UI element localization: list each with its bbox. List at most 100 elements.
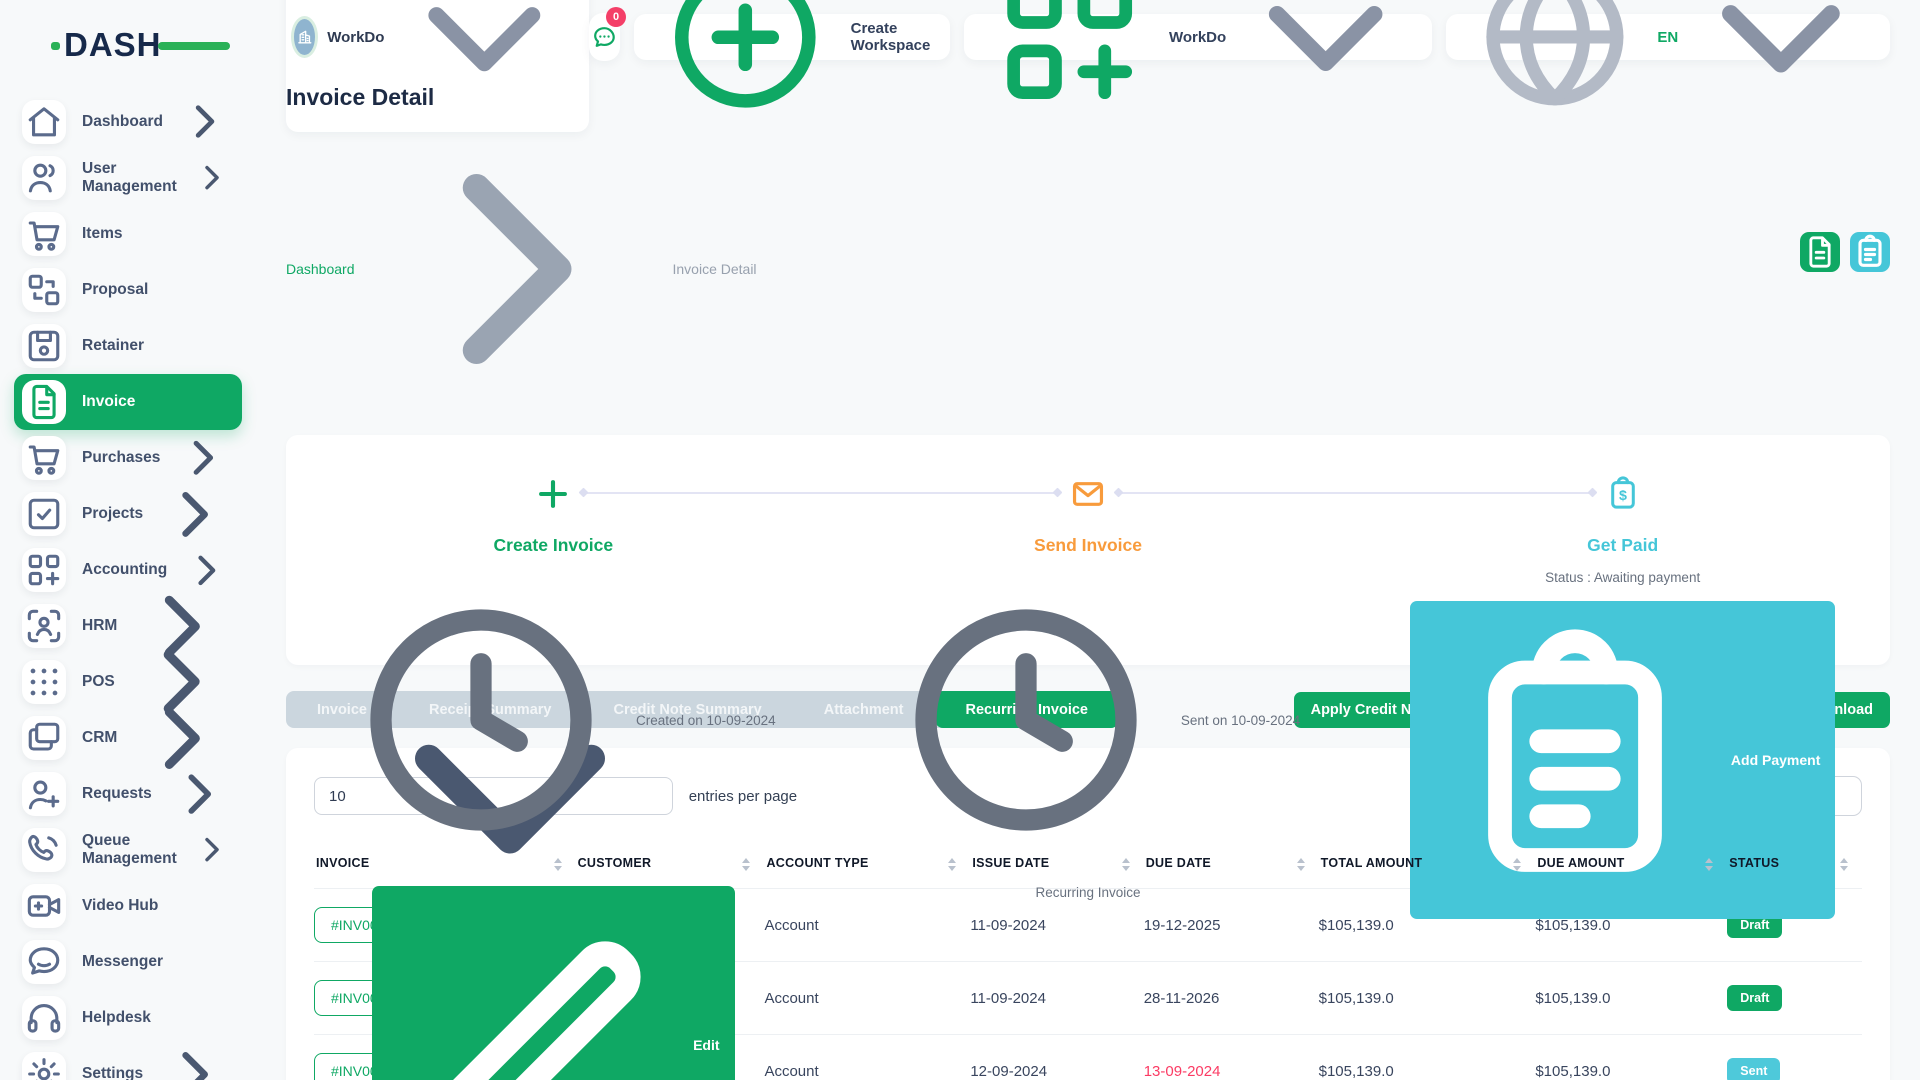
sidebar-item[interactable]: Requests bbox=[14, 766, 242, 822]
plus-icon bbox=[534, 475, 572, 513]
step-connector bbox=[1118, 492, 1593, 494]
table-header-cell[interactable]: CUSTOMER bbox=[576, 846, 765, 888]
account-menu[interactable]: WorkDo bbox=[964, 14, 1432, 60]
sort-icon bbox=[1513, 858, 1521, 871]
create-workspace-button[interactable]: Create Workspace bbox=[634, 14, 950, 60]
page-header-buttons bbox=[1800, 232, 1890, 272]
svg-text:$: $ bbox=[1619, 488, 1627, 504]
sidebar-item-label: HRM bbox=[82, 617, 117, 635]
copy-icon bbox=[22, 716, 66, 760]
chevron-down-icon bbox=[1688, 0, 1874, 130]
sidebar-item[interactable]: Queue Management bbox=[14, 822, 242, 878]
sort-icon bbox=[948, 858, 956, 871]
table-header-cell[interactable]: STATUS bbox=[1727, 846, 1862, 888]
sort-icon bbox=[1297, 858, 1305, 871]
sidebar-item-label: Dashboard bbox=[82, 113, 163, 131]
language-selector[interactable]: EN bbox=[1446, 14, 1890, 60]
step-button-label: Add Payment bbox=[1731, 752, 1820, 768]
chevron-right-icon bbox=[179, 96, 230, 147]
topbar-right: 0 Create Workspace WorkDo EN bbox=[589, 13, 1890, 61]
breadcrumb-link[interactable]: Dashboard bbox=[286, 261, 355, 277]
sidebar-item[interactable]: Projects bbox=[14, 486, 242, 542]
sidebar-item[interactable]: Items bbox=[14, 206, 242, 262]
chevron-down-icon bbox=[1236, 0, 1415, 127]
sidebar-item[interactable]: User Management bbox=[14, 150, 242, 206]
page-title: Invoice Detail bbox=[286, 84, 757, 111]
step-action-button[interactable]: Edit bbox=[372, 886, 734, 1080]
sidebar-item-label: Helpdesk bbox=[82, 1009, 151, 1027]
sidebar-item[interactable]: Messenger bbox=[14, 934, 242, 990]
table-header-cell[interactable]: TOTAL AMOUNT bbox=[1319, 846, 1536, 888]
chevron-right-icon bbox=[193, 831, 230, 868]
progress-step: Send Invoice Sent on 10-09-2024 Recurrin… bbox=[821, 435, 1356, 1080]
home-icon bbox=[22, 100, 66, 144]
table-header-cell[interactable]: DUE AMOUNT bbox=[1535, 846, 1727, 888]
user-scan-icon bbox=[22, 604, 66, 648]
step-meta-text: Status : Awaiting payment bbox=[1545, 570, 1700, 585]
sort-icon bbox=[1122, 858, 1130, 871]
grid-dots-icon bbox=[22, 660, 66, 704]
save-icon bbox=[22, 324, 66, 368]
chevron-right-icon bbox=[364, 119, 664, 419]
table-header-cell[interactable]: ACCOUNT TYPE bbox=[764, 846, 970, 888]
column-label: INVOICE bbox=[316, 856, 370, 870]
sidebar-item[interactable]: Proposal bbox=[14, 262, 242, 318]
breadcrumb: Dashboard Invoice Detail bbox=[286, 119, 757, 419]
sidebar-item-label: Projects bbox=[82, 505, 143, 523]
chevron-right-icon bbox=[176, 431, 230, 485]
clock-icon bbox=[876, 570, 1176, 870]
table-header-cell[interactable]: DUE DATE bbox=[1144, 846, 1319, 888]
sort-asc-icon bbox=[948, 858, 956, 863]
sort-desc-icon bbox=[948, 866, 956, 871]
sort-asc-icon bbox=[1297, 858, 1305, 863]
chevron-right-icon bbox=[168, 763, 230, 825]
users-icon bbox=[22, 156, 66, 200]
headset-icon bbox=[22, 996, 66, 1040]
sort-icon bbox=[554, 858, 562, 871]
sidebar-item-label: Items bbox=[82, 225, 123, 243]
sidebar-item[interactable]: Video Hub bbox=[14, 878, 242, 934]
sidebar-item-label: Purchases bbox=[82, 449, 160, 467]
sidebar-item-label: POS bbox=[82, 673, 115, 691]
page-header: Invoice Detail Dashboard Invoice Detail bbox=[286, 84, 1890, 419]
column-label: ACCOUNT TYPE bbox=[766, 856, 868, 870]
brand-logo: DASH bbox=[64, 26, 194, 66]
sidebar-item-label: Settings bbox=[82, 1065, 143, 1080]
phone-call-icon bbox=[22, 828, 66, 872]
column-label: DUE DATE bbox=[1146, 856, 1211, 870]
grid-plus-icon bbox=[980, 0, 1159, 127]
sidebar-item[interactable]: Retainer bbox=[14, 318, 242, 374]
sort-asc-icon bbox=[554, 858, 562, 863]
file-icon bbox=[22, 380, 66, 424]
sort-desc-icon bbox=[1840, 866, 1848, 871]
sidebar-item-label: Queue Management bbox=[82, 832, 177, 868]
clock-icon bbox=[331, 570, 631, 870]
step-button-label: Edit bbox=[693, 1037, 719, 1053]
sidebar-item-label: Messenger bbox=[82, 953, 163, 971]
table-header-cell[interactable]: INVOICE bbox=[314, 846, 576, 888]
sidebar-item[interactable]: Settings bbox=[14, 1046, 242, 1080]
step-title: Send Invoice bbox=[1034, 535, 1142, 556]
user-plus-icon bbox=[22, 772, 66, 816]
main-area: WorkDo 0 Create Workspace WorkDo EN bbox=[256, 0, 1920, 1080]
progress-step: Create Invoice Created on 10-09-2024 Edi… bbox=[286, 435, 821, 1080]
sidebar-item[interactable]: CRM bbox=[14, 710, 242, 766]
copy-invoice-button[interactable] bbox=[1850, 232, 1890, 272]
grid-plus-icon bbox=[22, 548, 66, 592]
column-label: TOTAL AMOUNT bbox=[1321, 856, 1423, 870]
clipboard-icon bbox=[1850, 232, 1890, 272]
sort-asc-icon bbox=[1122, 858, 1130, 863]
sidebar-item-label: Proposal bbox=[82, 281, 148, 299]
sidebar-item[interactable]: Dashboard bbox=[14, 94, 242, 150]
language-label: EN bbox=[1657, 29, 1678, 46]
new-invoice-button[interactable] bbox=[1800, 232, 1840, 272]
sidebar-item[interactable]: Purchases bbox=[14, 430, 242, 486]
chat-badge: 0 bbox=[606, 7, 626, 27]
sidebar-nav: Dashboard User Management Items Proposal bbox=[0, 66, 256, 1080]
messages-button[interactable]: 0 bbox=[589, 13, 620, 61]
check-square-icon bbox=[22, 492, 66, 536]
step-meta-text: Created on 10-09-2024 bbox=[636, 713, 776, 728]
sidebar-item-label: Invoice bbox=[82, 393, 135, 411]
sidebar-item[interactable]: Invoice bbox=[14, 374, 242, 430]
table-header-cell[interactable]: ISSUE DATE bbox=[970, 846, 1143, 888]
